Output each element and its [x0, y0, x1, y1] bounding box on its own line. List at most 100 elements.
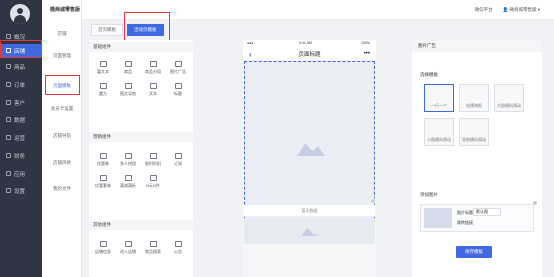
phone-nav-bar: ‹ 页面标题 •••: [243, 48, 376, 60]
tab-home-template[interactable]: 首页模板: [91, 24, 123, 36]
component-notice[interactable]: 公告: [166, 235, 190, 255]
back-icon[interactable]: ‹: [249, 50, 252, 59]
nav-item-orders[interactable]: 订单: [0, 78, 42, 91]
image-title-label: 图片标题: [457, 210, 473, 215]
component-rich-text[interactable]: 富文本: [91, 55, 115, 75]
template-large-scroll[interactable]: 大图横向滑动: [494, 84, 524, 112]
data-icon: [6, 117, 11, 122]
component-image-ad[interactable]: 图片广告: [166, 55, 190, 75]
phone-status-bar: ●●● 9:41 AM 100%: [243, 40, 376, 48]
settings-icon: [6, 188, 11, 193]
sub-sidebar: 店铺 页面管理 页面模板 会员卡设置 店铺导航 店铺风格 我的文件: [42, 0, 82, 277]
save-template-button[interactable]: 保存模板: [456, 246, 492, 258]
subnav-item-member-card[interactable]: 会员卡设置: [42, 103, 82, 115]
n-yuan-icon: [149, 175, 157, 181]
phone-preview: ●●● 9:41 AM 100% ‹ 页面标题 ••• 暂无数据: [243, 40, 376, 277]
component-flash-sale[interactable]: 限时折扣: [141, 147, 165, 167]
goods-icon: [6, 64, 11, 69]
image-title-input[interactable]: 默认图: [473, 208, 501, 216]
nav-item-data[interactable]: 数据: [0, 113, 42, 126]
flash-sale-icon: [149, 153, 157, 159]
choose-template-label: 选择模板: [420, 72, 438, 77]
magic-cube-icon: [99, 83, 107, 89]
component-enter-store[interactable]: 进入店铺: [116, 235, 140, 255]
component-subscribe[interactable]: 订阅: [166, 147, 190, 167]
goods-icon: [124, 61, 132, 67]
component-heading[interactable]: 标题: [166, 77, 190, 97]
component-bundle[interactable]: 优惠套装: [91, 169, 115, 189]
subscribe-icon: [174, 153, 182, 159]
delete-handle-icon[interactable]: [370, 198, 376, 204]
settings-panel: 图片广告 选择模板 一行一个 轮播海报 大图横向滑动 小图横向滑动 导航横向滑动…: [412, 40, 542, 277]
status-time: 9:41 AM: [299, 41, 312, 45]
nav-item-settings[interactable]: 设置: [0, 184, 42, 197]
component-goods-search[interactable]: 商品搜索: [141, 235, 165, 255]
signal-icon: ●●●: [247, 41, 254, 45]
image-placeholder-icon-2: [301, 228, 319, 236]
enter-store-icon: [124, 241, 132, 247]
image-nav-icon: [124, 83, 132, 89]
image-placeholder-icon: [297, 143, 325, 156]
component-goods-group[interactable]: 商品分组: [141, 55, 165, 75]
add-image-label: 添加图片: [420, 192, 438, 197]
user-icon: 👤: [502, 7, 509, 12]
image-thumbnail[interactable]: [424, 208, 452, 228]
nav-item-apps[interactable]: 应用: [0, 167, 42, 180]
component-store-info[interactable]: 店铺信息: [91, 235, 115, 255]
section-title-other: 其他组件: [89, 220, 193, 230]
subnav-item-my-files[interactable]: 我的文件: [42, 183, 82, 195]
goods-group-icon: [149, 61, 157, 67]
component-n-yuan-n-items[interactable]: N元N件: [141, 169, 165, 189]
component-magic-cube[interactable]: 魔方: [91, 77, 115, 97]
finance-icon: [6, 153, 11, 158]
section-title-basic: 基础组件: [89, 42, 193, 52]
remove-image-icon[interactable]: [532, 200, 538, 206]
template-single[interactable]: 一行一个: [424, 84, 454, 112]
more-icon[interactable]: •••: [364, 51, 370, 57]
component-goods[interactable]: 商品: [116, 55, 140, 75]
chevron-down-icon: ▾: [537, 7, 540, 12]
overview-icon: [6, 34, 11, 39]
search-icon: [149, 241, 157, 247]
avatar[interactable]: [10, 4, 30, 24]
orders-icon: [6, 82, 11, 87]
component-full-reduction[interactable]: 满减满折: [116, 169, 140, 189]
app-title: 微商城零售版: [50, 7, 81, 13]
component-panel: 基础组件 富文本 商品 商品分组 图片广告 魔方 图文导航 文本 标题 营销组件…: [89, 40, 193, 277]
subnav-item-store[interactable]: 店铺: [42, 28, 82, 40]
image-ad-icon: [174, 61, 182, 67]
apps-icon: [6, 171, 11, 176]
component-coupon[interactable]: 优惠券: [91, 147, 115, 167]
user-menu[interactable]: 👤 微商城零售版 ▾: [503, 7, 540, 13]
operations-icon: [6, 135, 11, 140]
nav-item-goods[interactable]: 商品: [0, 60, 42, 73]
component-text[interactable]: 文本: [141, 77, 165, 97]
section-title-marketing: 营销组件: [89, 132, 193, 142]
component-group-buy[interactable]: 多人拼团: [116, 147, 140, 167]
template-carousel[interactable]: 轮播海报: [459, 84, 489, 112]
image-item-card: 图片标题 默认图 跳转链接: [420, 204, 534, 232]
second-image-block[interactable]: [244, 218, 375, 244]
bundle-icon: [99, 175, 107, 181]
rich-text-icon: [99, 61, 107, 67]
subnav-item-store-nav[interactable]: 店铺导航: [42, 130, 82, 142]
highlight-box-page-template: [45, 75, 80, 95]
template-nav-scroll[interactable]: 导航横向滑动: [459, 118, 489, 146]
customers-icon: [6, 100, 11, 105]
group-buy-icon: [124, 153, 132, 159]
notice-icon: [174, 241, 182, 247]
nav-item-operations[interactable]: 运营: [0, 131, 42, 144]
highlight-box-store: [0, 40, 42, 58]
nav-item-customers[interactable]: 客户: [0, 96, 42, 109]
heading-icon: [174, 83, 182, 89]
subnav-item-page-manage[interactable]: 页面管理: [42, 50, 82, 62]
coupon-icon: [99, 153, 107, 159]
nav-item-finance[interactable]: 财务: [0, 149, 42, 162]
store-info-icon: [99, 241, 107, 247]
settings-title: 图片广告: [412, 40, 542, 52]
store-switch[interactable]: 微信平台: [475, 7, 493, 13]
template-small-scroll[interactable]: 小图横向滑动: [424, 118, 454, 146]
component-image-nav[interactable]: 图文导航: [116, 77, 140, 97]
subnav-item-store-style[interactable]: 店铺风格: [42, 157, 82, 169]
full-reduction-icon: [124, 175, 132, 181]
